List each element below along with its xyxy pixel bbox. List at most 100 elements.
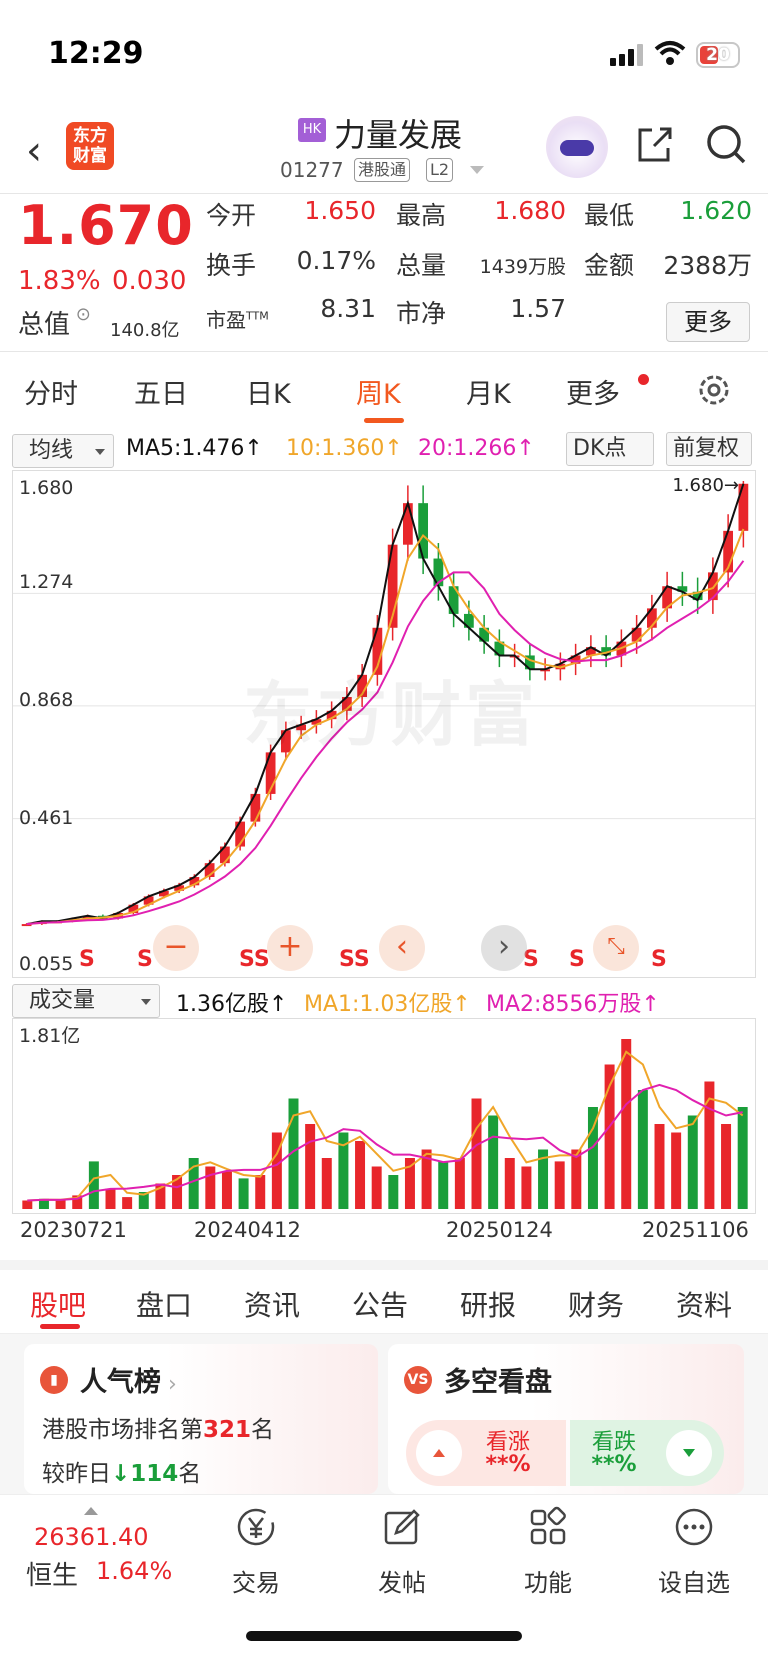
volume-bar (721, 1124, 732, 1209)
zoom-in-button[interactable]: + (267, 925, 313, 971)
dk-point-button[interactable]: DK点 (566, 432, 654, 466)
tab-profile[interactable]: 资料 (676, 1284, 732, 1324)
volume-bar (205, 1166, 216, 1209)
grid-icon (530, 1506, 566, 1545)
signal-mark: SS (239, 947, 270, 972)
tab-intraday[interactable]: 分时 (24, 372, 78, 411)
long-short-title: 多空看盘 (444, 1367, 552, 1398)
index-change[interactable]: 1.64% (96, 1557, 172, 1585)
volume-bar (55, 1200, 66, 1209)
bottom-nav: 26361.40 恒生 1.64% 交易 发帖 功能 设自选 (0, 1494, 768, 1663)
share-icon[interactable] (634, 124, 674, 164)
volume-select[interactable]: 成交量 (12, 984, 160, 1018)
nav-post[interactable]: 发帖 (352, 1505, 452, 1598)
candle (738, 483, 749, 531)
change-percent: 1.83% (18, 266, 101, 296)
ma10-value: 10:1.360↑ (286, 436, 403, 461)
nav-label: 交易 (232, 1569, 280, 1597)
nav-watchlist[interactable]: 设自选 (644, 1505, 744, 1598)
volume-bar (105, 1188, 116, 1209)
section-divider (0, 1260, 768, 1270)
signal-mark: S (79, 947, 95, 972)
tab-news[interactable]: 资讯 (244, 1284, 300, 1324)
tab-financials[interactable]: 财务 (568, 1284, 624, 1324)
tab-research[interactable]: 研报 (460, 1284, 516, 1324)
volume-max-label: 1.81亿 (19, 1025, 81, 1047)
volume-bar (255, 1175, 266, 1209)
caret-up-icon[interactable] (84, 1507, 98, 1515)
battery-level: 20 (706, 45, 730, 65)
fullscreen-icon[interactable]: ⤡ (593, 925, 639, 971)
volume-chart[interactable]: 1.81亿 (12, 1018, 756, 1214)
volume-value: 1439万股 (479, 256, 566, 278)
volume-bar (305, 1124, 316, 1209)
y-tick-label: 0.868 (19, 689, 74, 711)
vol-ma1-value: MA1:1.03亿股↑ (304, 992, 471, 1017)
tab-more[interactable]: 更多 (566, 372, 620, 411)
yen-icon (237, 1508, 275, 1546)
active-tab-indicator (364, 418, 404, 423)
market-badge: HK (298, 118, 326, 142)
volume-bar (454, 1158, 465, 1209)
adjust-button[interactable]: 前复权 (666, 432, 752, 466)
stock-name[interactable]: 力量发展 (334, 110, 462, 156)
low-label: 最低 (584, 201, 635, 230)
last-price-marker: 1.680→ (672, 475, 739, 496)
ma5-value: MA5:1.476↑ (126, 436, 263, 461)
scroll-right-button[interactable]: › (481, 925, 527, 971)
index-name[interactable]: 恒生 (26, 1555, 78, 1592)
stock-code: 01277 (280, 158, 344, 182)
ma-select[interactable]: 均线 (12, 434, 114, 468)
tab-forum[interactable]: 股吧 (30, 1284, 86, 1324)
nav-label: 功能 (524, 1569, 572, 1597)
tab-orderbook[interactable]: 盘口 (136, 1284, 192, 1324)
popularity-title: 人气榜 › (80, 1367, 177, 1398)
volume-bar (737, 1107, 748, 1209)
volume-bar (355, 1141, 366, 1209)
app-logo: 东方财富 (66, 122, 114, 170)
last-price: 1.670 (18, 194, 194, 257)
volume-bar (704, 1081, 715, 1209)
volume-indicator-bar: 成交量 1.36亿股↑ MA1:1.03亿股↑ MA2:8556万股↑ (0, 982, 768, 1020)
nav-label: 设自选 (658, 1569, 730, 1597)
market-cap-value: 140.8亿 (110, 320, 180, 341)
nav-functions[interactable]: 功能 (498, 1505, 598, 1598)
tab-announcements[interactable]: 公告 (352, 1284, 408, 1324)
y-tick-label: 1.274 (19, 571, 74, 593)
amount-value: 2388万 (663, 251, 752, 280)
x-date-label: 20230721 (20, 1218, 127, 1242)
tab-daily-k[interactable]: 日K (246, 372, 291, 411)
long-short-card[interactable]: VS 多空看盘 看涨 **% 看跌 **% (388, 1344, 744, 1494)
chevron-down-icon[interactable] (470, 166, 484, 174)
forum-cards: ▮ 人气榜 › 港股市场排名第321名 较昨日↓114名 VS 多空看盘 看涨 … (0, 1334, 768, 1494)
more-button[interactable]: 更多 (666, 302, 750, 342)
battery-icon: 20 (696, 42, 740, 68)
notification-dot (638, 374, 649, 385)
pe-value: 8.31 (320, 294, 376, 323)
index-value[interactable]: 26361.40 (34, 1523, 149, 1551)
kline-chart[interactable]: 东方财富 1.680 1.274 0.868 0.461 0.055 1.680… (12, 470, 756, 978)
pb-label: 市净 (396, 299, 447, 328)
watermark: 东方财富 (243, 674, 539, 756)
popularity-card[interactable]: ▮ 人气榜 › 港股市场排名第321名 较昨日↓114名 (24, 1344, 378, 1494)
volume-bar (221, 1171, 232, 1209)
period-tabs: 分时 五日 日K 周K 月K 更多 (0, 352, 768, 424)
dropdown-icon (141, 999, 151, 1005)
bullish-button[interactable]: 看涨 **% (406, 1420, 566, 1486)
bearish-button[interactable]: 看跌 **% (570, 1420, 724, 1486)
tab-monthly-k[interactable]: 月K (466, 372, 511, 411)
tab-five-day[interactable]: 五日 (134, 372, 188, 411)
scroll-left-button[interactable]: ‹ (379, 925, 425, 971)
nav-trade[interactable]: 交易 (206, 1505, 306, 1598)
search-icon[interactable] (704, 122, 748, 166)
content-tabs: 股吧 盘口 资讯 公告 研报 财务 资料 (0, 1270, 768, 1334)
back-icon[interactable]: ‹ (26, 128, 42, 174)
volume-bar (621, 1039, 632, 1209)
tab-weekly-k[interactable]: 周K (356, 372, 401, 411)
zoom-out-button[interactable]: − (153, 925, 199, 971)
pe-label: 市盈TTM (206, 308, 269, 332)
volume-bar (654, 1124, 665, 1209)
assistant-robot-icon[interactable] (546, 116, 608, 178)
volume-bar (637, 1090, 648, 1209)
gear-icon[interactable] (694, 370, 734, 410)
